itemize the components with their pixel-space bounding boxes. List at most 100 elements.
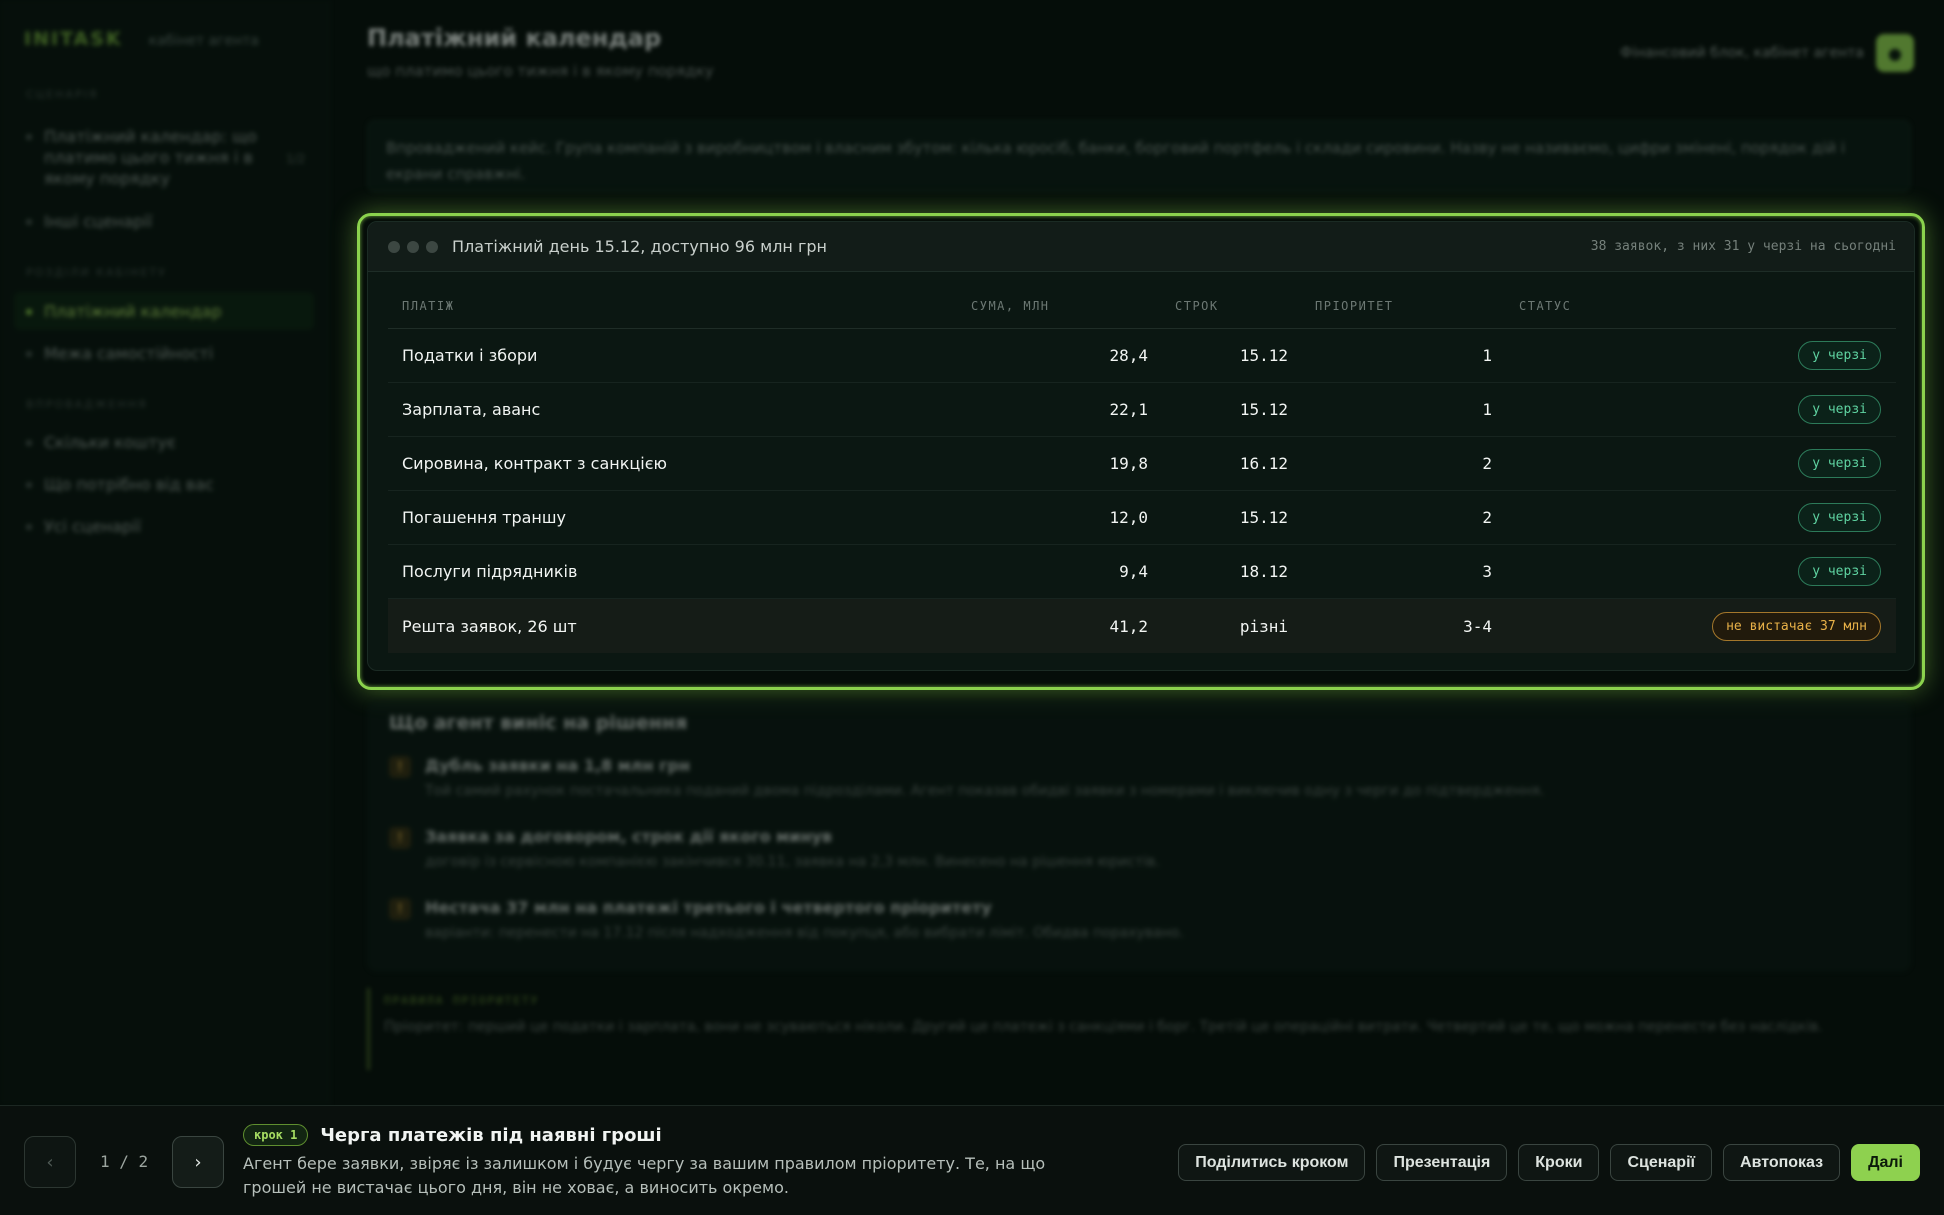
sidebar-item-scenario-current[interactable]: Платіжний календар: що платимо цього тиж… (26, 126, 276, 189)
presentation-button[interactable]: Презентація (1376, 1144, 1508, 1181)
next-button[interactable]: Далі (1851, 1144, 1920, 1181)
sidebar-item-label: Платіжний календар (44, 302, 222, 321)
sidebar-item-cost[interactable]: Скільки коштує (26, 432, 176, 453)
table-header: ПЛАТІЖ СУМА, МЛН СТРОК ПРІОРИТЕТ СТАТУС (388, 283, 1896, 329)
decision-heading: Заявка за договором, строк дії якого мин… (425, 827, 833, 846)
window-dots-icon (388, 240, 438, 253)
sidebar-item-payment-calendar[interactable]: Платіжний календар (26, 301, 222, 322)
payment-date: різні (1239, 616, 1288, 636)
table-row-shortfall[interactable]: Решта заявок, 26 шт 41,2 різні 3-4 не ви… (388, 599, 1896, 653)
card-meta: 38 заявок, з них 31 у черзі на сьогодні (1590, 239, 1896, 254)
payment-sum: 22,1 (1109, 400, 1148, 419)
chevron-right-icon: › (194, 1151, 202, 1173)
sidebar-item-requirements[interactable]: Що потрібно від вас (26, 474, 214, 495)
sidebar-section-scenario: СЦЕНАРІЯ (26, 88, 99, 101)
walkthrough-bar: ‹ 1 / 2 › крок 1 Черга платежів під наяв… (0, 1105, 1944, 1215)
step-pager: 1 / 2 (100, 1152, 149, 1171)
column-header-payment: ПЛАТІЖ (402, 298, 455, 313)
priority-rules-text: Пріоритет: перший це податки і зарплата,… (384, 1019, 1823, 1035)
intro-note: Впроваджений кейс. Група компаній з виро… (367, 120, 1911, 192)
sidebar-item-other-scenarios[interactable]: Інші сценарії (26, 211, 152, 232)
payment-sum: 28,4 (1109, 346, 1148, 365)
card-header: Платіжний день 15.12, доступно 96 млн гр… (368, 222, 1914, 272)
sidebar-item-label: Інші сценарії (44, 212, 153, 231)
steps-button[interactable]: Кроки (1518, 1144, 1600, 1181)
decisions-panel: Що агент виніс на рішення ! Дубль заявки… (367, 700, 1911, 972)
status-badge: у черзі (1798, 557, 1881, 586)
page-subtitle: що платимо цього тижня і в якому порядку (367, 62, 714, 80)
chat-icon[interactable]: ● (1876, 34, 1914, 72)
table-row[interactable]: Сировина, контракт з санкцією 19,8 16.12… (388, 437, 1896, 491)
table-row[interactable]: Податки і збори 28,4 15.12 1 у черзі (388, 329, 1896, 383)
sidebar-item-label: Усі сценарії (44, 517, 141, 536)
sidebar-item-autonomy-limit[interactable]: Межа самостійності (26, 343, 213, 364)
scenario-counter: 1/2 (286, 152, 306, 166)
bullet-icon (26, 219, 32, 225)
warning-icon: ! (389, 756, 411, 778)
payment-sum: 41,2 (1109, 616, 1148, 636)
sidebar-item-label: Скільки коштує (44, 433, 176, 452)
account-label: Фінансовий блок, кабінет агента (1620, 45, 1864, 61)
payment-name: Погашення траншу (402, 508, 566, 527)
brand: INITASK кабінет агента (24, 28, 259, 50)
payment-date: 18.12 (1239, 562, 1288, 581)
sidebar-item-label: Що потрібно від вас (44, 475, 214, 494)
payment-sum: 19,8 (1109, 454, 1148, 473)
status-badge: у черзі (1798, 341, 1881, 370)
payment-name: Податки і збори (402, 346, 538, 365)
payment-sum: 12,0 (1109, 508, 1148, 527)
bullet-icon (26, 309, 32, 315)
status-badge: у черзі (1798, 449, 1881, 478)
payment-priority: 2 (1482, 454, 1492, 473)
table-row[interactable]: Зарплата, аванс 22,1 15.12 1 у черзі (388, 383, 1896, 437)
warning-icon: ! (389, 898, 411, 920)
decision-text: договір із сервісною компанією закінчивс… (425, 854, 1160, 870)
decision-heading: Нестача 37 млн на платежі третього і чет… (425, 898, 992, 917)
scenarios-button[interactable]: Сценарії (1610, 1144, 1713, 1181)
prev-step-button[interactable]: ‹ (24, 1136, 76, 1188)
decision-text: варіанти: перенести на 17.12 після надхо… (425, 925, 1184, 941)
payment-priority: 3 (1482, 562, 1492, 581)
sidebar-section-rollout: ВПРОВАДЖЕННЯ (26, 398, 148, 411)
page-title: Платіжний календар (367, 24, 662, 52)
table-row[interactable]: Послуги підрядників 9,4 18.12 3 у черзі (388, 545, 1896, 599)
status-badge: у черзі (1798, 395, 1881, 424)
payment-date: 16.12 (1239, 454, 1288, 473)
share-step-button[interactable]: Поділитись кроком (1178, 1144, 1366, 1181)
priority-rules: ПРАВИЛА ПРІОРИТЕТУ Пріоритет: перший це … (367, 988, 1911, 1070)
brand-logo[interactable]: INITASK (24, 28, 123, 50)
step-title: Черга платежів під наявні гроші (320, 1124, 662, 1146)
status-badge: у черзі (1798, 503, 1881, 532)
column-header-date: СТРОК (1175, 298, 1219, 313)
payment-date: 15.12 (1239, 346, 1288, 365)
payment-name: Сировина, контракт з санкцією (402, 454, 667, 473)
payment-priority: 1 (1482, 346, 1492, 365)
next-step-arrow-button[interactable]: › (172, 1136, 224, 1188)
sidebar-item-label: Межа самостійності (44, 344, 214, 363)
payment-priority: 1 (1482, 400, 1492, 419)
sidebar-item-label: Платіжний календар: що платимо цього тиж… (44, 127, 257, 188)
brand-subtitle: кабінет агента (148, 33, 260, 49)
column-header-sum: СУМА, МЛН (971, 298, 1050, 313)
payment-priority: 2 (1482, 508, 1492, 527)
payment-date: 15.12 (1239, 400, 1288, 419)
bullet-icon (26, 524, 32, 530)
table-row[interactable]: Погашення траншу 12,0 15.12 2 у черзі (388, 491, 1896, 545)
step-description: крок 1 Черга платежів під наявні гроші А… (243, 1124, 1073, 1200)
decisions-title: Що агент виніс на рішення (389, 712, 688, 734)
sidebar-item-all-scenarios[interactable]: Усі сценарії (26, 516, 141, 537)
payment-priority: 3-4 (1463, 616, 1492, 636)
autoplay-button[interactable]: Автопоказ (1723, 1144, 1841, 1181)
card-title: Платіжний день 15.12, доступно 96 млн гр… (452, 237, 827, 256)
priority-rules-label: ПРАВИЛА ПРІОРИТЕТУ (384, 994, 540, 1007)
decision-text: Той самий рахунок постачальника поданий … (425, 783, 1545, 799)
bullet-icon (26, 351, 32, 357)
step-badge: крок 1 (243, 1124, 309, 1146)
decision-item[interactable]: ! Дубль заявки на 1,8 млн грн Той самий … (389, 756, 1544, 799)
walkthrough-actions: Поділитись кроком Презентація Кроки Сцен… (1178, 1144, 1920, 1181)
decision-heading: Дубль заявки на 1,8 млн грн (425, 756, 691, 775)
decision-item[interactable]: ! Нестача 37 млн на платежі третього і ч… (389, 898, 1184, 941)
chevron-left-icon: ‹ (46, 1151, 54, 1173)
decision-item[interactable]: ! Заявка за договором, строк дії якого м… (389, 827, 1160, 870)
payment-name: Послуги підрядників (402, 562, 578, 581)
